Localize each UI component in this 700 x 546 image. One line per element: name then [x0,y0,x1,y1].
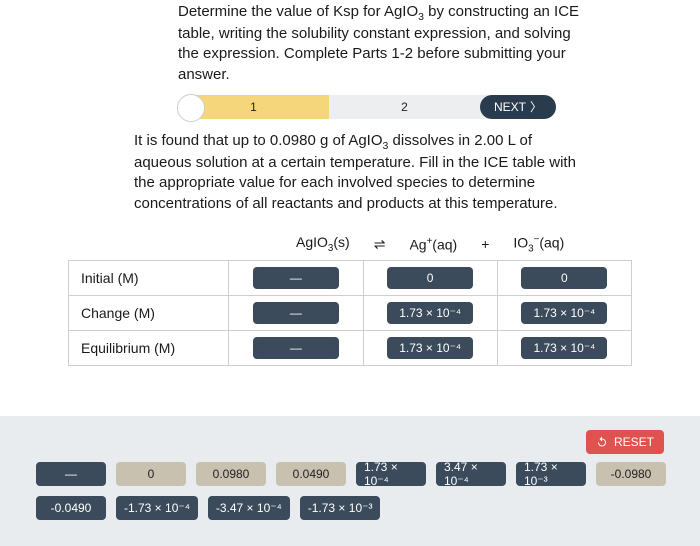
bank-row-1: — 0 0.0980 0.0490 1.73 × 10⁻⁴ 3.47 × 10⁻… [36,462,664,486]
row-label: Change (M) [69,296,229,331]
species-c: IO3−(aq) [513,234,564,254]
answer-tile[interactable]: -0.0490 [36,496,106,520]
chevron-right-icon: 〉 [530,98,542,115]
ice-cell[interactable]: — [253,302,339,324]
answer-tile[interactable]: 0.0490 [276,462,346,486]
equilibrium-arrow: ⇌ [374,236,386,253]
ice-cell[interactable]: 0 [521,267,607,289]
reset-button[interactable]: RESET [586,430,664,454]
answer-tile[interactable]: -3.47 × 10⁻⁴ [208,496,290,520]
instruction-text-2: It is found that up to 0.0980 g of AgIO3… [134,131,590,214]
species-b: Ag+(aq) [409,236,457,253]
answer-bank: RESET — 0 0.0980 0.0490 1.73 × 10⁻⁴ 3.47… [0,416,700,546]
answer-tile[interactable]: 1.73 × 10⁻³ [516,462,586,486]
step-1-label: 1 [250,100,257,114]
answer-tile[interactable]: 0.0980 [196,462,266,486]
ice-table: AgIO3(s) ⇌ Ag+(aq) + IO3−(aq) Initial (M… [68,228,632,366]
row-label: Initial (M) [69,261,229,296]
ice-cell[interactable]: 1.73 × 10⁻⁴ [521,337,607,359]
answer-tile[interactable]: -1.73 × 10⁻⁴ [116,496,198,520]
ice-cell[interactable]: 1.73 × 10⁻⁴ [387,337,473,359]
species-a: AgIO3(s) [296,234,350,254]
answer-tile[interactable]: 0 [116,462,186,486]
answer-tile[interactable]: 3.47 × 10⁻⁴ [436,462,506,486]
next-label: NEXT [494,100,526,114]
next-button[interactable]: NEXT 〉 [480,95,556,119]
reset-label: RESET [614,435,654,449]
ice-cell[interactable]: 0 [387,267,473,289]
bank-row-2: -0.0490 -1.73 × 10⁻⁴ -3.47 × 10⁻⁴ -1.73 … [36,496,664,520]
answer-tile[interactable]: -1.73 × 10⁻³ [300,496,381,520]
step-progress: 1 2 NEXT 〉 [178,95,556,119]
ice-cell[interactable]: — [253,337,339,359]
row-label: Equilibrium (M) [69,331,229,366]
reset-icon [596,436,608,448]
ice-cell[interactable]: 1.73 × 10⁻⁴ [387,302,473,324]
ice-cell[interactable]: — [253,267,339,289]
answer-tile[interactable]: 1.73 × 10⁻⁴ [356,462,426,486]
step-2-tab[interactable]: 2 [329,95,480,119]
step-2-label: 2 [401,100,408,114]
instruction-text-1: Determine the value of Ksp for AgIO3 by … [178,2,590,85]
plus-sign: + [481,236,489,252]
ice-cell[interactable]: 1.73 × 10⁻⁴ [521,302,607,324]
answer-tile[interactable]: — [36,462,106,486]
answer-tile[interactable]: -0.0980 [596,462,666,486]
step-1-tab[interactable]: 1 [178,95,329,119]
